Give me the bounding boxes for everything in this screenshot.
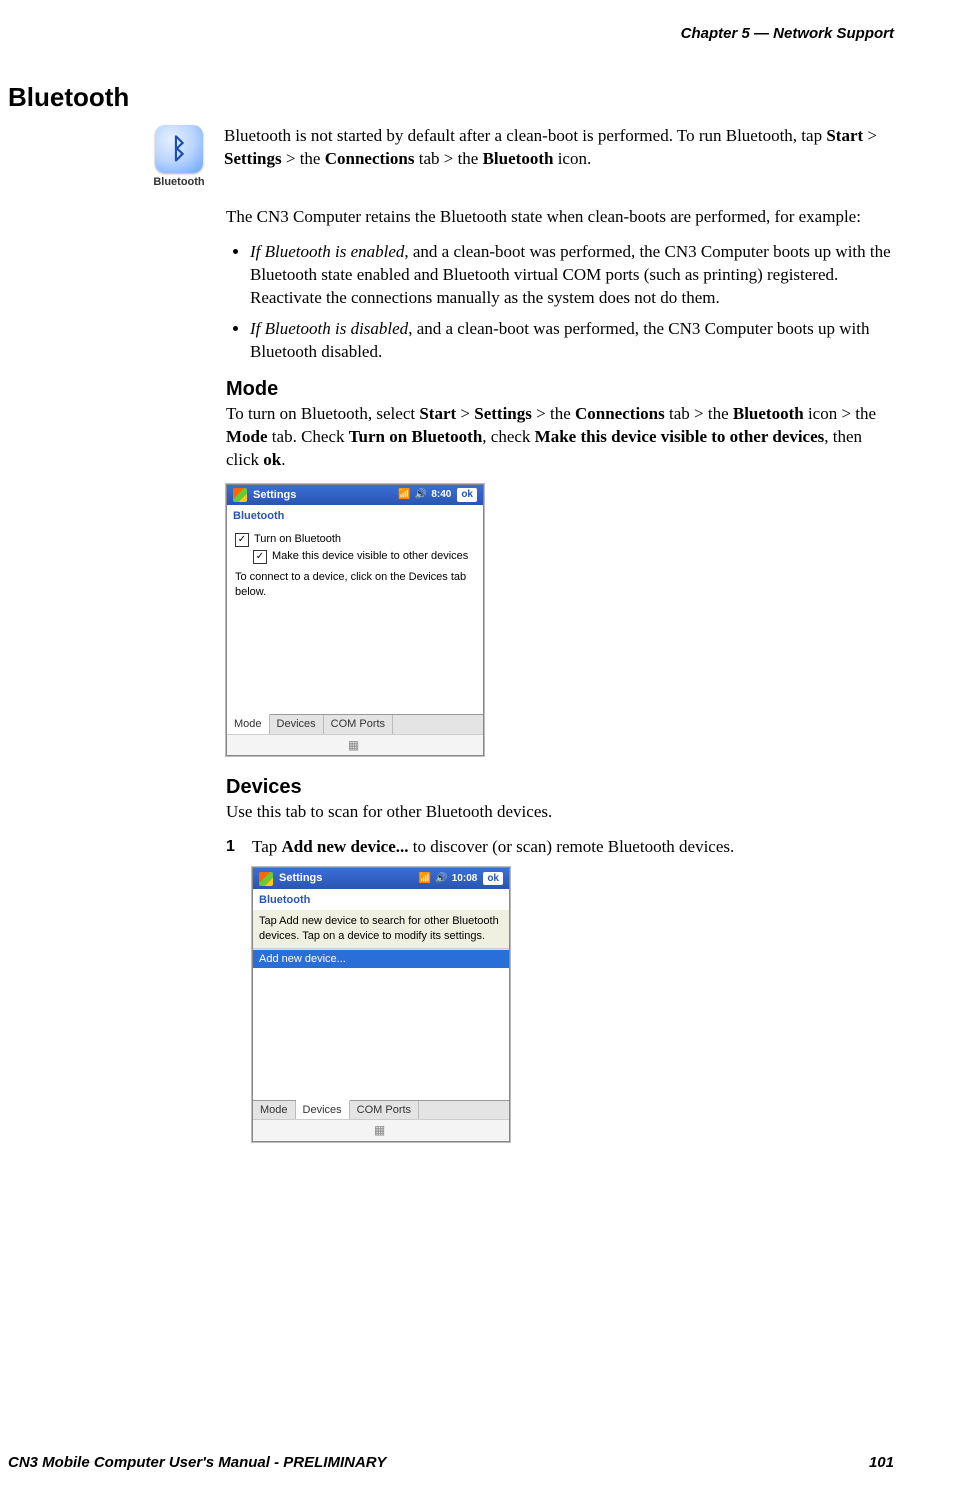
- shot-title: Settings: [253, 488, 296, 503]
- status-icons: 📶 🔊 10:08: [419, 872, 477, 886]
- tab-mode[interactable]: Mode: [253, 1101, 296, 1120]
- checkbox-label: Turn on Bluetooth: [254, 532, 341, 547]
- page-footer: CN3 Mobile Computer User's Manual - PREL…: [8, 1453, 894, 1473]
- start-flag-icon[interactable]: [233, 488, 247, 502]
- bluetooth-state-list: If Bluetooth is enabled, and a clean-boo…: [226, 241, 894, 364]
- running-header: Chapter 5 — Network Support: [0, 24, 894, 44]
- mode-paragraph: To turn on Bluetooth, select Start > Set…: [226, 403, 894, 472]
- screenshot-mode: Settings 📶 🔊 8:40 ok Bluetooth ✓ Turn on…: [226, 484, 484, 757]
- bluetooth-icon-label: Bluetooth: [148, 175, 210, 190]
- add-new-device-item[interactable]: Add new device...: [253, 950, 509, 969]
- clock-text: 10:08: [452, 872, 478, 886]
- tab-mode[interactable]: Mode: [227, 714, 270, 734]
- tab-comports[interactable]: COM Ports: [324, 715, 393, 734]
- tab-devices[interactable]: Devices: [296, 1100, 350, 1120]
- page-number: 101: [869, 1453, 894, 1473]
- shot-title: Settings: [279, 871, 322, 886]
- shot-titlebar: Settings 📶 🔊 10:08 ok: [253, 868, 509, 889]
- checkbox-label: Make this device visible to other device…: [272, 549, 468, 564]
- ok-button[interactable]: ok: [483, 872, 503, 886]
- shot-help-text: Tap Add new device to search for other B…: [253, 910, 509, 949]
- screenshot-devices: Settings 📶 🔊 10:08 ok Bluetooth Tap Add …: [252, 867, 510, 1141]
- tab-devices[interactable]: Devices: [270, 715, 324, 734]
- section-title: Bluetooth: [8, 80, 894, 115]
- shot-note: To connect to a device, click on the Dev…: [235, 570, 475, 600]
- bluetooth-glyph-icon: ᛒ: [155, 125, 203, 173]
- step-number: 1: [226, 836, 242, 859]
- footer-title: CN3 Mobile Computer User's Manual - PREL…: [8, 1453, 386, 1473]
- shot-tabs: Mode Devices COM Ports: [253, 1100, 509, 1120]
- retain-state-paragraph: The CN3 Computer retains the Bluetooth s…: [226, 206, 894, 229]
- checkbox-turn-on[interactable]: ✓: [235, 533, 249, 547]
- volume-icon: 🔊: [435, 872, 447, 886]
- ok-button[interactable]: ok: [457, 488, 477, 502]
- devices-heading: Devices: [226, 774, 894, 801]
- shot-subtitle: Bluetooth: [253, 889, 509, 910]
- shot-subtitle: Bluetooth: [227, 505, 483, 526]
- keyboard-toggle-icon[interactable]: ▦: [227, 734, 483, 755]
- intro-paragraph: Bluetooth is not started by default afte…: [224, 125, 894, 183]
- checkbox-visible[interactable]: ✓: [253, 550, 267, 564]
- signal-icon: 📶: [419, 872, 431, 886]
- tab-comports[interactable]: COM Ports: [350, 1101, 419, 1120]
- devices-paragraph: Use this tab to scan for other Bluetooth…: [226, 801, 894, 824]
- shot-titlebar: Settings 📶 🔊 8:40 ok: [227, 485, 483, 506]
- start-flag-icon[interactable]: [259, 872, 273, 886]
- keyboard-toggle-icon[interactable]: ▦: [253, 1119, 509, 1140]
- shot-tabs: Mode Devices COM Ports: [227, 714, 483, 734]
- volume-icon: 🔊: [415, 488, 427, 502]
- mode-heading: Mode: [226, 376, 894, 403]
- device-list: Add new device...: [253, 949, 509, 1100]
- status-icons: 📶 🔊 8:40: [398, 488, 451, 502]
- bluetooth-app-icon: ᛒ Bluetooth: [148, 125, 210, 190]
- list-item: If Bluetooth is enabled, and a clean-boo…: [250, 241, 894, 310]
- step-1: 1 Tap Add new device... to discover (or …: [226, 836, 894, 859]
- clock-text: 8:40: [431, 488, 451, 502]
- list-item: If Bluetooth is disabled, and a clean-bo…: [250, 318, 894, 364]
- signal-icon: 📶: [398, 488, 410, 502]
